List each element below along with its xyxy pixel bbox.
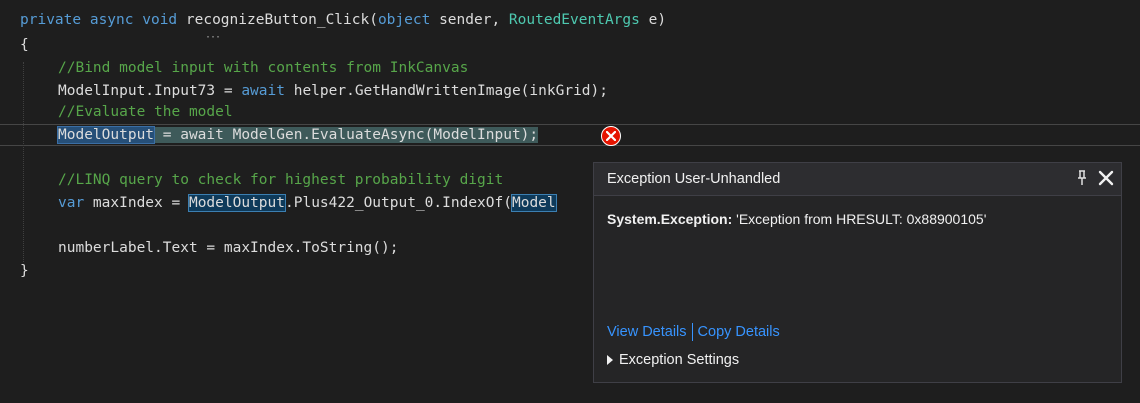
exception-popup-header: Exception User-Unhandled	[594, 163, 1121, 196]
code-text: numberLabel.Text = maxIndex.ToString();	[58, 240, 399, 256]
exception-settings-label: Exception Settings	[619, 352, 740, 368]
pin-icon[interactable]	[1075, 169, 1089, 187]
code-line-4: ModelInput.Input73 = await helper.GetHan…	[58, 80, 608, 103]
code-line-8: var maxIndex = ModelOutput.Plus422_Outpu…	[58, 192, 557, 215]
code-line-1: private async void recognizeButton_Click…	[20, 9, 666, 32]
current-statement: = await ModelGen.EvaluateAsync(ModelInpu…	[154, 127, 539, 143]
refactor-dots[interactable]: ···	[205, 33, 221, 43]
paren: (	[369, 12, 378, 28]
param-text: e)	[639, 12, 667, 28]
highlighted-identifier[interactable]: Model	[510, 194, 557, 212]
code-line-2: {	[20, 34, 29, 57]
code-line-9: numberLabel.Text = maxIndex.ToString();	[58, 237, 398, 260]
exception-settings-toggle[interactable]: Exception Settings	[607, 352, 739, 368]
view-details-link[interactable]: View Details	[607, 324, 687, 340]
keyword: async	[89, 12, 134, 28]
keyword: var	[58, 195, 85, 211]
comment: //Evaluate the model	[58, 104, 233, 120]
brace: }	[20, 263, 29, 279]
close-icon[interactable]	[1097, 169, 1115, 187]
exception-links: View Details Copy Details	[607, 323, 780, 341]
error-icon[interactable]	[601, 126, 621, 146]
exception-message: System.Exception: 'Exception from HRESUL…	[607, 211, 986, 227]
code-line-7: //LINQ query to check for highest probab…	[58, 169, 503, 192]
expand-triangle-icon	[607, 355, 613, 366]
exception-popup: Exception User-Unhandled System.Exceptio…	[593, 162, 1122, 383]
keyword: object	[377, 12, 431, 28]
keyword: void	[142, 12, 178, 28]
comment: //LINQ query to check for highest probab…	[58, 172, 504, 188]
code-text: ModelInput.Input73 =	[58, 83, 242, 99]
highlighted-identifier[interactable]: ModelOutput	[187, 194, 287, 212]
comment: //Bind model input with contents from In…	[58, 60, 469, 76]
keyword: private	[20, 12, 82, 28]
code-text: maxIndex =	[84, 195, 189, 211]
code-text: .Plus422_Output_0.IndexOf(	[285, 195, 512, 211]
exception-popup-title: Exception User-Unhandled	[607, 171, 781, 187]
copy-details-link[interactable]: Copy Details	[698, 324, 780, 340]
exception-type: System.Exception:	[607, 211, 733, 227]
keyword: await	[241, 83, 285, 99]
param-text: sender,	[430, 12, 509, 28]
type-name: RoutedEventArgs	[508, 12, 640, 28]
code-line-6: ModelOutput = await ModelGen.EvaluateAsy…	[56, 124, 539, 147]
code-line-5: //Evaluate the model	[58, 101, 233, 124]
exception-text: 'Exception from HRESULT: 0x88900105'	[736, 211, 987, 227]
link-separator	[691, 323, 693, 341]
brace: {	[20, 37, 29, 53]
code-text: helper.GetHandWrittenImage(inkGrid);	[284, 83, 608, 99]
selected-identifier[interactable]: ModelOutput	[56, 126, 156, 144]
code-line-3: //Bind model input with contents from In…	[58, 57, 468, 80]
code-line-10: }	[20, 260, 29, 283]
indent-guide	[23, 62, 24, 262]
method-name: recognizeButton_Click	[185, 12, 370, 28]
